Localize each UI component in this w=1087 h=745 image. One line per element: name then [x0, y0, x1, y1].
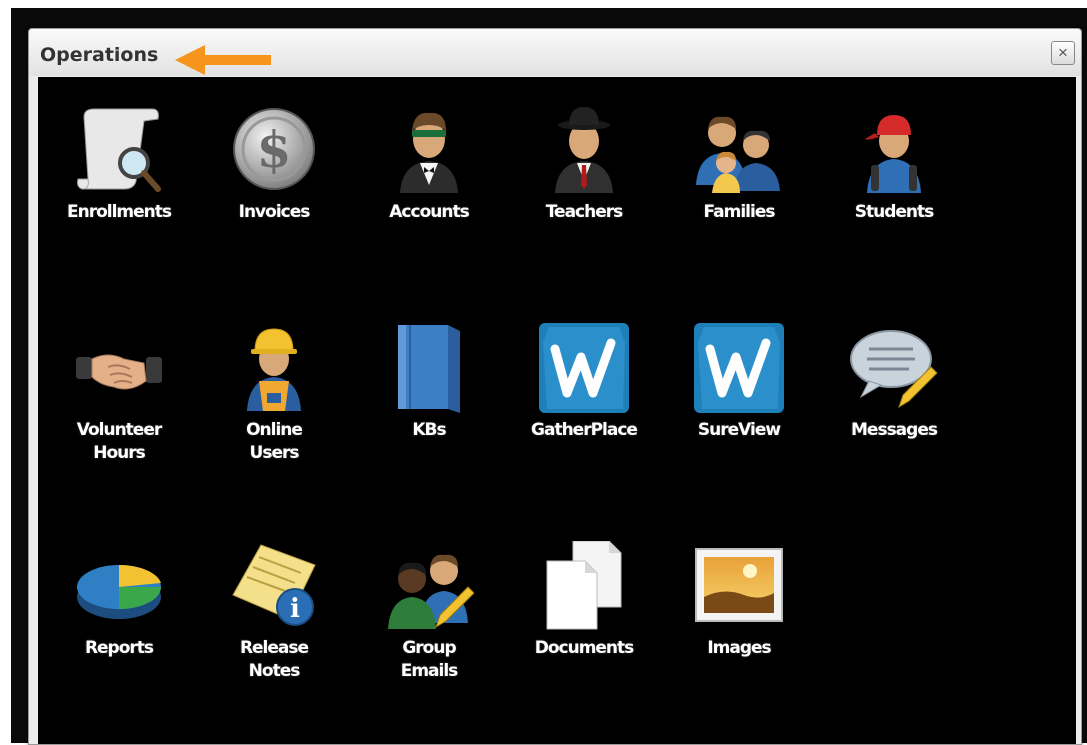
- message-bubble-icon: [850, 330, 938, 409]
- group-emails-tile[interactable]: Group Emails: [364, 541, 494, 711]
- reports-label: Reports: [84, 638, 154, 658]
- sureview-label: SureView: [697, 420, 781, 440]
- documents-tile[interactable]: Documents: [519, 541, 649, 711]
- images-label: Images: [707, 638, 771, 658]
- kbs-label: KBs: [412, 420, 446, 440]
- dollar-coin-icon: $: [233, 108, 315, 190]
- student-icon: [865, 115, 921, 193]
- teacher-icon: [555, 107, 613, 193]
- messages-label: Messages: [851, 420, 938, 440]
- release-notes-label: Release Notes: [239, 638, 309, 681]
- image-icon: [695, 548, 783, 622]
- invoices-tile[interactable]: $ Invoices: [209, 105, 339, 275]
- window-titlebar[interactable]: Operations ×: [29, 29, 1081, 76]
- group-emails-label: Group Emails: [400, 638, 459, 681]
- family-icon: [696, 116, 780, 193]
- operations-panel: Enrollments $ Invoices Accounts Teachers…: [38, 77, 1076, 744]
- notes-info-icon: i: [232, 544, 316, 626]
- kbs-tile[interactable]: KBs: [364, 323, 494, 493]
- online-users-label: Online Users: [246, 420, 303, 463]
- accounts-label: Accounts: [389, 202, 469, 222]
- invoices-label: Invoices: [238, 202, 311, 222]
- scroll-magnifier-icon: [77, 108, 161, 192]
- enrollments-label: Enrollments: [66, 202, 172, 222]
- volunteer-hours-tile[interactable]: Volunteer Hours: [54, 323, 184, 493]
- reports-tile[interactable]: Reports: [54, 541, 184, 711]
- group-email-icon: [388, 554, 474, 629]
- gatherplace-label: GatherPlace: [531, 420, 638, 440]
- families-label: Families: [703, 202, 776, 222]
- images-tile[interactable]: Images: [674, 541, 804, 711]
- orange-arrow-icon: [175, 45, 271, 75]
- students-tile[interactable]: Students: [829, 105, 959, 275]
- documents-icon: [546, 541, 622, 630]
- documents-label: Documents: [534, 638, 635, 658]
- svg-text:$: $: [257, 120, 292, 179]
- teachers-label: Teachers: [545, 202, 624, 222]
- families-tile[interactable]: Families: [674, 105, 804, 275]
- handshake-icon: [76, 354, 162, 390]
- release-notes-tile[interactable]: i Release Notes: [209, 541, 339, 711]
- window-title: Operations: [40, 44, 159, 66]
- volunteer-hours-label: Volunteer Hours: [76, 420, 163, 463]
- sureview-tile[interactable]: SureView: [674, 323, 804, 493]
- messages-tile[interactable]: Messages: [829, 323, 959, 493]
- close-button[interactable]: ×: [1051, 41, 1075, 65]
- operations-window: Operations × Enrollments $ Invoices Acco…: [28, 28, 1082, 745]
- accounts-tile[interactable]: Accounts: [364, 105, 494, 275]
- sureview-icon: [694, 323, 784, 413]
- online-users-tile[interactable]: Online Users: [209, 323, 339, 493]
- pie-chart-icon: [77, 564, 161, 619]
- gatherplace-icon: [539, 323, 629, 413]
- teachers-tile[interactable]: Teachers: [519, 105, 649, 275]
- svg-text:i: i: [290, 594, 300, 624]
- enrollments-tile[interactable]: Enrollments: [54, 105, 184, 275]
- gatherplace-tile[interactable]: GatherPlace: [519, 323, 649, 493]
- accountant-icon: [400, 112, 458, 193]
- worker-icon: [247, 328, 301, 411]
- students-label: Students: [854, 202, 935, 222]
- book-icon: [398, 325, 460, 413]
